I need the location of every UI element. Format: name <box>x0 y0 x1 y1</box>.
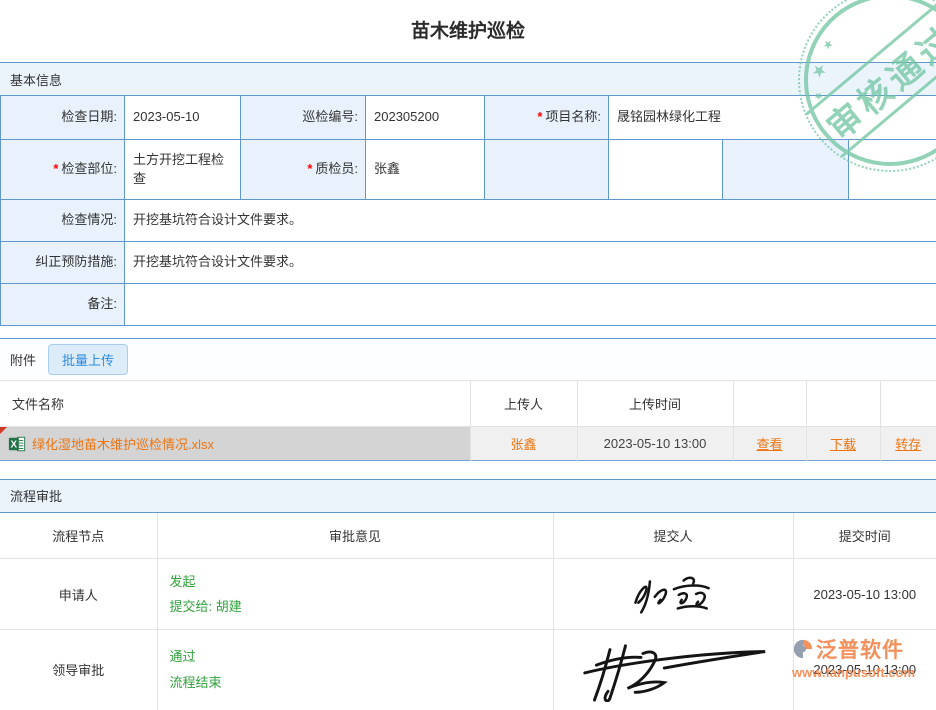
field-project-name-label: 项目名称: <box>545 109 601 124</box>
field-check-date-value: 2023-05-10 <box>125 96 241 140</box>
field-corrective-value: 开挖基坑符合设计文件要求。 <box>125 242 936 284</box>
field-project-name-value: 晟铭园林绿化工程 <box>609 96 936 140</box>
attachment-row: X 绿化湿地苗木维护巡检情况.xlsx 张鑫 2023-05-10 13:00 … <box>0 426 936 460</box>
submit-time-cell: 2023-05-10 13:00 <box>793 559 936 630</box>
upload-time-cell: 2023-05-10 13:00 <box>577 426 733 460</box>
signature-image <box>568 638 778 702</box>
approval-table: 流程节点 审批意见 提交人 提交时间 申请人 发起 提交给: 胡建 <box>0 513 936 710</box>
field-remark-label: 备注: <box>87 296 117 311</box>
field-check-part-label-cell: *检查部位: <box>1 140 125 200</box>
batch-upload-button[interactable]: 批量上传 <box>48 344 128 375</box>
flow-node-cell: 领导审批 <box>0 630 157 710</box>
col-action-empty <box>806 381 880 426</box>
col-upload-time: 上传时间 <box>577 381 733 426</box>
field-check-part-value: 土方开挖工程检查 <box>125 140 241 200</box>
col-action-empty <box>880 381 936 426</box>
svg-text:X: X <box>11 439 18 450</box>
field-check-part-label: 检查部位: <box>61 161 117 176</box>
section-approval-header: 流程审批 <box>0 479 936 513</box>
approval-row-applicant: 申请人 发起 提交给: 胡建 2023-05-10 13:00 <box>0 559 936 630</box>
field-check-date-label: 检查日期: <box>61 109 117 124</box>
submit-time-cell: 2023-05-10 13:00 <box>793 630 936 710</box>
approval-row-leader: 领导审批 通过 流程结束 2023-05-10 13:00 <box>0 630 936 710</box>
file-name-cell: X 绿化湿地苗木维护巡检情况.xlsx <box>0 426 470 460</box>
field-patrol-no-value: 202305200 <box>366 96 485 140</box>
empty-label-cell <box>485 140 609 200</box>
field-check-date-label-cell: 检查日期: <box>1 96 125 140</box>
field-inspector-label-cell: *质检员: <box>241 140 366 200</box>
col-file-name: 文件名称 <box>0 381 470 426</box>
col-action-empty <box>733 381 806 426</box>
opinion-line: 通过 <box>170 644 553 669</box>
transfer-link[interactable]: 转存 <box>895 437 921 452</box>
field-check-situation-value: 开挖基坑符合设计文件要求。 <box>125 200 936 242</box>
field-corrective-label-cell: 纠正预防措施: <box>1 242 125 284</box>
col-submit-time: 提交时间 <box>793 513 936 559</box>
opinion-cell: 发起 提交给: 胡建 <box>157 559 553 630</box>
opinion-cell: 通过 流程结束 <box>157 630 553 710</box>
field-patrol-no-label-cell: 巡检编号: <box>241 96 366 140</box>
opinion-line: 流程结束 <box>170 670 553 695</box>
col-uploader: 上传人 <box>470 381 577 426</box>
field-project-name-label-cell: *项目名称: <box>485 96 609 140</box>
section-approval-title: 流程审批 <box>10 486 62 505</box>
field-patrol-no-label: 巡检编号: <box>302 109 358 124</box>
field-corrective-label: 纠正预防措施: <box>35 254 117 269</box>
field-inspector-label: 质检员: <box>315 161 358 176</box>
empty-value-cell <box>609 140 723 200</box>
uploader-cell: 张鑫 <box>470 426 577 460</box>
empty-value-cell <box>849 140 936 200</box>
basic-info-table: 检查日期: 2023-05-10 巡检编号: 202305200 *项目名称: … <box>0 95 936 326</box>
download-link[interactable]: 下载 <box>830 437 856 452</box>
section-basic-title: 基本信息 <box>10 70 62 89</box>
page-title: 苗木维护巡检 <box>0 0 936 62</box>
attachments-table: 文件名称 上传人 上传时间 X 绿化湿地苗木维护巡检情况.xlsx 张鑫 202… <box>0 381 936 461</box>
field-remark-value <box>125 284 936 326</box>
required-asterisk: * <box>307 161 312 176</box>
required-asterisk: * <box>537 109 542 124</box>
field-check-situation-label: 检查情况: <box>61 212 117 227</box>
section-basic-header: 基本信息 <box>0 62 936 95</box>
view-link[interactable]: 查看 <box>756 437 782 452</box>
excel-icon: X <box>8 435 26 453</box>
field-check-situation-label-cell: 检查情况: <box>1 200 125 242</box>
col-approval-opinion: 审批意见 <box>157 513 553 559</box>
required-asterisk: * <box>53 161 58 176</box>
flow-node-cell: 申请人 <box>0 559 157 630</box>
file-name-link[interactable]: 绿化湿地苗木维护巡检情况.xlsx <box>32 437 214 452</box>
field-remark-label-cell: 备注: <box>1 284 125 326</box>
section-attachments-header: 附件 批量上传 <box>0 338 936 381</box>
col-flow-node: 流程节点 <box>0 513 157 559</box>
submitter-cell <box>553 559 793 630</box>
opinion-line: 发起 <box>170 569 553 594</box>
empty-label-cell <box>723 140 849 200</box>
section-attachments-title: 附件 <box>10 350 36 369</box>
opinion-line: 提交给: 胡建 <box>170 594 553 619</box>
col-submitter: 提交人 <box>553 513 793 559</box>
signature-image <box>618 568 728 620</box>
submitter-cell <box>553 630 793 710</box>
field-inspector-value: 张鑫 <box>366 140 485 200</box>
